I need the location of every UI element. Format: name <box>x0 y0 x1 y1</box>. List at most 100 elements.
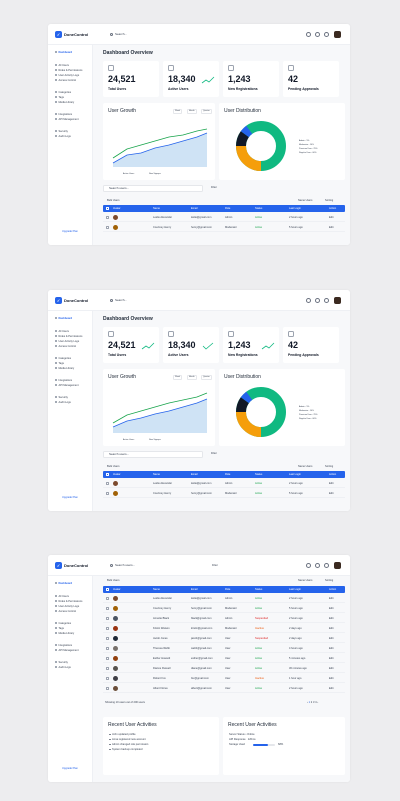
row-checkbox[interactable] <box>106 607 109 610</box>
upgrade-plan-link[interactable]: Upgrade Plan <box>62 230 78 233</box>
sorting-button[interactable]: Sorting <box>325 465 333 468</box>
sidebar-item-media-library[interactable]: Media Library <box>55 101 74 105</box>
row-checkbox[interactable] <box>106 647 109 650</box>
sidebar-item-activity-logs[interactable]: User Activity Logs <box>55 340 79 344</box>
row-checkbox[interactable] <box>106 627 109 630</box>
edit-button[interactable]: Edit <box>329 634 333 643</box>
sidebar-item-categories[interactable]: Categories <box>55 357 71 361</box>
user-search-input[interactable]: Search users... <box>103 185 203 192</box>
edit-button[interactable]: Edit <box>329 489 333 498</box>
notification-icon[interactable] <box>324 298 329 303</box>
edit-button[interactable]: Edit <box>329 604 333 613</box>
table-row[interactable]: Leslie Alexander leslie@gmail.com Admin Act… <box>103 213 345 222</box>
sidebar-item-integrations[interactable]: Integrations <box>55 644 72 648</box>
bulk-users-label[interactable]: Bulk Users <box>107 465 120 468</box>
sidebar-item-api[interactable]: API Management <box>55 649 79 653</box>
settings-icon[interactable] <box>315 563 320 568</box>
filter-dropdown[interactable]: Filter <box>212 564 218 567</box>
table-row[interactable]: Albert Flores albert@gmail.com User Active 2… <box>103 684 345 693</box>
sidebar-item-categories[interactable]: Categories <box>55 622 71 626</box>
global-search[interactable]: Search users... <box>110 563 135 568</box>
row-checkbox[interactable] <box>106 492 109 495</box>
user-avatar[interactable] <box>334 297 341 304</box>
edit-button[interactable]: Edit <box>329 594 333 603</box>
edit-button[interactable]: Edit <box>329 664 333 673</box>
sidebar-item-tags[interactable]: Tags <box>55 362 64 366</box>
help-icon[interactable] <box>306 32 311 37</box>
table-row[interactable]: Leslie Alexander leslie@gmail.com Admin Act… <box>103 479 345 488</box>
table-row[interactable]: Jacob Jones jacob@gmail.com User Suspended 2… <box>103 634 345 643</box>
bulk-users-label[interactable]: Bulk Users <box>107 199 120 202</box>
page-next[interactable]: › <box>317 701 318 704</box>
table-row[interactable]: Kristin Watson kristin@gmail.com Moderator… <box>103 624 345 633</box>
table-row[interactable]: Robert Fox fox@gmail.com User Inactive 1 hou… <box>103 674 345 683</box>
global-search[interactable]: Search... <box>110 298 127 303</box>
sidebar-item-activity-logs[interactable]: User Activity Logs <box>55 74 79 78</box>
user-avatar[interactable] <box>334 562 341 569</box>
table-row[interactable]: Dianne Russell diane@gmail.com User Active 3… <box>103 664 345 673</box>
row-checkbox[interactable] <box>106 637 109 640</box>
sidebar-item-integrations[interactable]: Integrations <box>55 379 72 383</box>
table-row[interactable]: Leslie Alexander leslie@gmail.com Admin Act… <box>103 594 345 603</box>
sidebar-item-dashboard[interactable]: Dashboard <box>55 582 72 586</box>
edit-button[interactable]: Edit <box>329 223 333 232</box>
sidebar-item-dashboard[interactable]: Dashboard <box>55 317 72 321</box>
sidebar-item-access-control[interactable]: Access Control <box>55 79 76 83</box>
sidebar-item-all-users[interactable]: All Users <box>55 595 69 599</box>
select-all-checkbox[interactable] <box>106 473 109 476</box>
user-search-input[interactable]: Search users... <box>103 451 203 458</box>
row-checkbox[interactable] <box>106 667 109 670</box>
edit-button[interactable]: Edit <box>329 479 333 488</box>
row-checkbox[interactable] <box>106 677 109 680</box>
edit-button[interactable]: Edit <box>329 674 333 683</box>
edit-button[interactable]: Edit <box>329 614 333 623</box>
sorting-button[interactable]: Sorting <box>325 199 333 202</box>
filter-dropdown[interactable]: Filter <box>211 452 217 455</box>
table-row[interactable]: Courtney Henry henry@gmail.com Moderator Ac… <box>103 604 345 613</box>
sidebar-item-roles[interactable]: Roles & Permissions <box>55 69 82 73</box>
sidebar-item-activity-logs[interactable]: User Activity Logs <box>55 605 79 609</box>
sidebar-item-security[interactable]: Security <box>55 661 68 665</box>
sidebar-item-all-users[interactable]: All Users <box>55 64 69 68</box>
settings-icon[interactable] <box>315 32 320 37</box>
sidebar-item-api[interactable]: API Management <box>55 118 79 122</box>
user-avatar[interactable] <box>334 31 341 38</box>
sidebar-item-security[interactable]: Security <box>55 130 68 134</box>
edit-button[interactable]: Edit <box>329 654 333 663</box>
row-checkbox[interactable] <box>106 657 109 660</box>
sort-name-button[interactable]: Name Users <box>298 199 312 202</box>
row-checkbox[interactable] <box>106 482 109 485</box>
sidebar-item-all-users[interactable]: All Users <box>55 330 69 334</box>
edit-button[interactable]: Edit <box>329 644 333 653</box>
notification-icon[interactable] <box>324 32 329 37</box>
bulk-users-label[interactable]: Bulk Users <box>107 579 120 582</box>
row-checkbox[interactable] <box>106 617 109 620</box>
sort-name-button[interactable]: Name Users <box>298 465 312 468</box>
sidebar-item-dashboard[interactable]: Dashboard <box>55 51 72 55</box>
sidebar-item-access-control[interactable]: Access Control <box>55 610 76 614</box>
sidebar-item-media-library[interactable]: Media Library <box>55 367 74 371</box>
sidebar-item-tags[interactable]: Tags <box>55 96 64 100</box>
table-row[interactable]: Courtney Henry henry@gmail.com Moderator Ac… <box>103 489 345 498</box>
sorting-button[interactable]: Sorting <box>325 579 333 582</box>
row-checkbox[interactable] <box>106 597 109 600</box>
sidebar-item-categories[interactable]: Categories <box>55 91 71 95</box>
edit-button[interactable]: Edit <box>329 213 333 222</box>
sidebar-item-roles[interactable]: Roles & Permissions <box>55 335 82 339</box>
help-icon[interactable] <box>306 563 311 568</box>
sort-name-button[interactable]: Name Users <box>298 579 312 582</box>
sidebar-item-integrations[interactable]: Integrations <box>55 113 72 117</box>
table-row[interactable]: Annette Black black@gmail.com Admin Suspend… <box>103 614 345 623</box>
table-row[interactable]: Courtney Henry henry@gmail.com Moderator Ac… <box>103 223 345 232</box>
row-checkbox[interactable] <box>106 687 109 690</box>
edit-button[interactable]: Edit <box>329 624 333 633</box>
sidebar-item-audit-logs[interactable]: Audit Logs <box>55 135 71 139</box>
table-row[interactable]: Theresa Webb webb@gmail.com User Active 4 ho… <box>103 644 345 653</box>
filter-dropdown[interactable]: Filter <box>211 186 217 189</box>
sidebar-item-api[interactable]: API Management <box>55 384 79 388</box>
global-search[interactable]: Search... <box>110 32 127 37</box>
table-row[interactable]: Esther Howard esther@gmail.com User Active 5… <box>103 654 345 663</box>
row-checkbox[interactable] <box>106 226 109 229</box>
notification-icon[interactable] <box>324 563 329 568</box>
select-all-checkbox[interactable] <box>106 207 109 210</box>
